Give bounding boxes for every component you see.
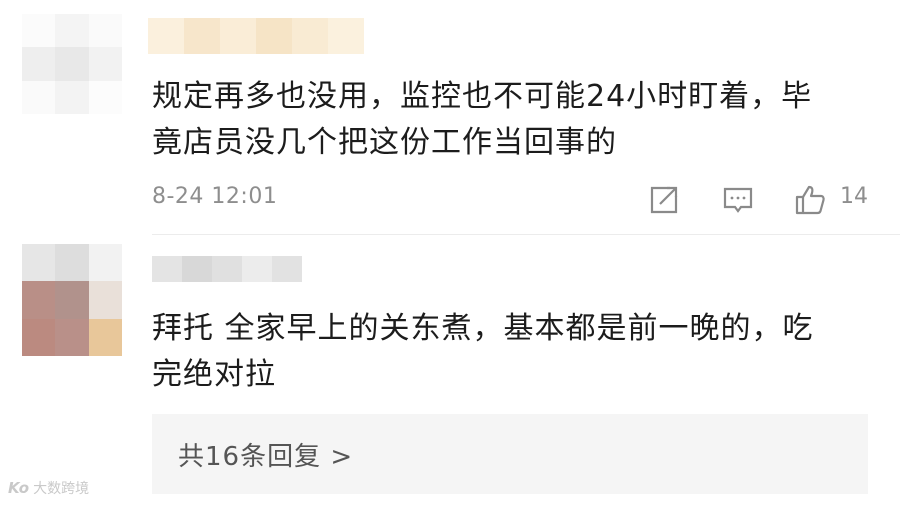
replies-panel[interactable]: 共16条回复 >	[152, 414, 868, 494]
view-replies-link[interactable]: 共16条回复 >	[178, 436, 353, 473]
share-icon[interactable]	[646, 182, 682, 218]
watermark-text: 大数跨境	[33, 481, 90, 497]
comment-text: 拜托 全家早上的关东煮，基本都是前一晚的，吃 完绝对拉	[152, 306, 814, 398]
like-count: 14	[840, 184, 868, 209]
commenter-username[interactable]	[152, 256, 302, 282]
comment-text: 规定再多也没用，监控也不可能24小时盯着，毕 竟店员没几个把这份工作当回事的	[152, 74, 812, 166]
commenter-avatar[interactable]	[22, 14, 122, 114]
comment-text-line: 竟店员没几个把这份工作当回事的	[152, 125, 617, 160]
comment-text-line: 拜托 全家早上的关东煮，基本都是前一晚的，吃	[152, 311, 814, 346]
commenter-avatar[interactable]	[22, 244, 122, 356]
comment-divider	[152, 234, 900, 235]
watermark-logo: Ko	[8, 479, 30, 497]
watermark: Ko 大数跨境	[8, 478, 89, 498]
commenter-username[interactable]	[148, 18, 364, 54]
comment-text-line: 完绝对拉	[152, 357, 276, 392]
comment-timestamp: 8-24 12:01	[152, 184, 278, 209]
comment-icon[interactable]	[720, 182, 756, 218]
thumbs-up-icon[interactable]	[792, 182, 828, 218]
comment-text-line: 规定再多也没用，监控也不可能24小时盯着，毕	[152, 79, 813, 114]
